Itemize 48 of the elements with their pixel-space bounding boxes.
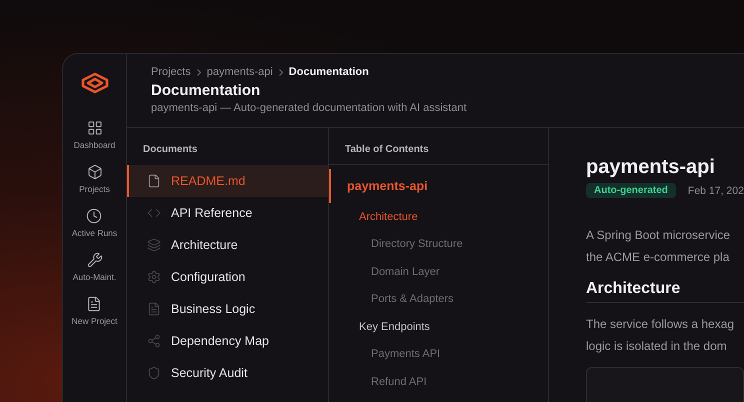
clock-icon [86,208,102,224]
toc-item[interactable]: Ports & Adapters [329,286,548,313]
document-item[interactable]: Dependency Map [127,325,328,357]
layers-icon [147,238,161,252]
section-paragraph: The service follows a hexag logic is isolated in the dom [586,316,736,355]
toc-item[interactable]: Key Endpoints [329,313,548,340]
nav-item[interactable]: Projects [79,164,110,194]
file-icon [147,174,161,188]
document-icon [147,302,161,316]
document-item[interactable]: Configuration [127,261,328,293]
document-title: payments-api [586,156,716,179]
toc-heading: Table of Contents [329,128,548,165]
document-item[interactable]: Business Logic [127,293,328,325]
shield-icon [147,366,161,380]
share-icon [147,334,161,348]
page-title: Documentation [151,82,262,99]
document-item[interactable]: API Reference [127,197,328,229]
wrench-icon [86,252,102,268]
logo-icon [80,72,108,96]
document-item[interactable]: Security Audit [127,357,328,389]
chevron-icon [196,68,201,76]
chevron-icon [278,68,283,76]
code-icon [147,206,161,220]
breadcrumb-link[interactable]: Projects [151,66,191,78]
documents-heading: Documents [142,143,198,157]
breadcrumb-link[interactable]: payments-api [206,66,273,78]
toc-item[interactable]: Payments API [329,340,548,368]
page-subtitle: payments-api — Auto-generated documentation with AI assistant [151,102,468,114]
document-item[interactable]: Architecture [127,229,328,261]
toc-item[interactable]: Directory Structure [329,230,548,258]
settings-icon [147,270,161,284]
breadcrumb-link[interactable]: Documentation [288,66,369,78]
nav-item[interactable]: Active Runs [72,208,118,238]
intro-paragraph: A Spring Boot microservice the ACME e-commerce pla [586,227,732,266]
toc-item[interactable]: Refund API [329,368,548,396]
cube-icon [86,164,102,180]
grid-icon [86,120,102,136]
nav-item[interactable]: New Project [72,296,118,326]
nav-item[interactable]: Auto-Maint. [72,252,116,282]
document-item[interactable]: README.md [127,165,328,197]
date-text: Feb 17, 202 [688,184,744,196]
toc-item[interactable]: payments-api [329,169,548,203]
document-icon [86,296,102,312]
toc-item[interactable]: Domain Layer [329,258,548,286]
toc-item[interactable]: Architecture [329,203,548,230]
status-badge: Auto-generated [586,183,676,198]
nav-item[interactable]: Dashboard [74,120,116,150]
section-heading: Architecture [586,280,744,303]
